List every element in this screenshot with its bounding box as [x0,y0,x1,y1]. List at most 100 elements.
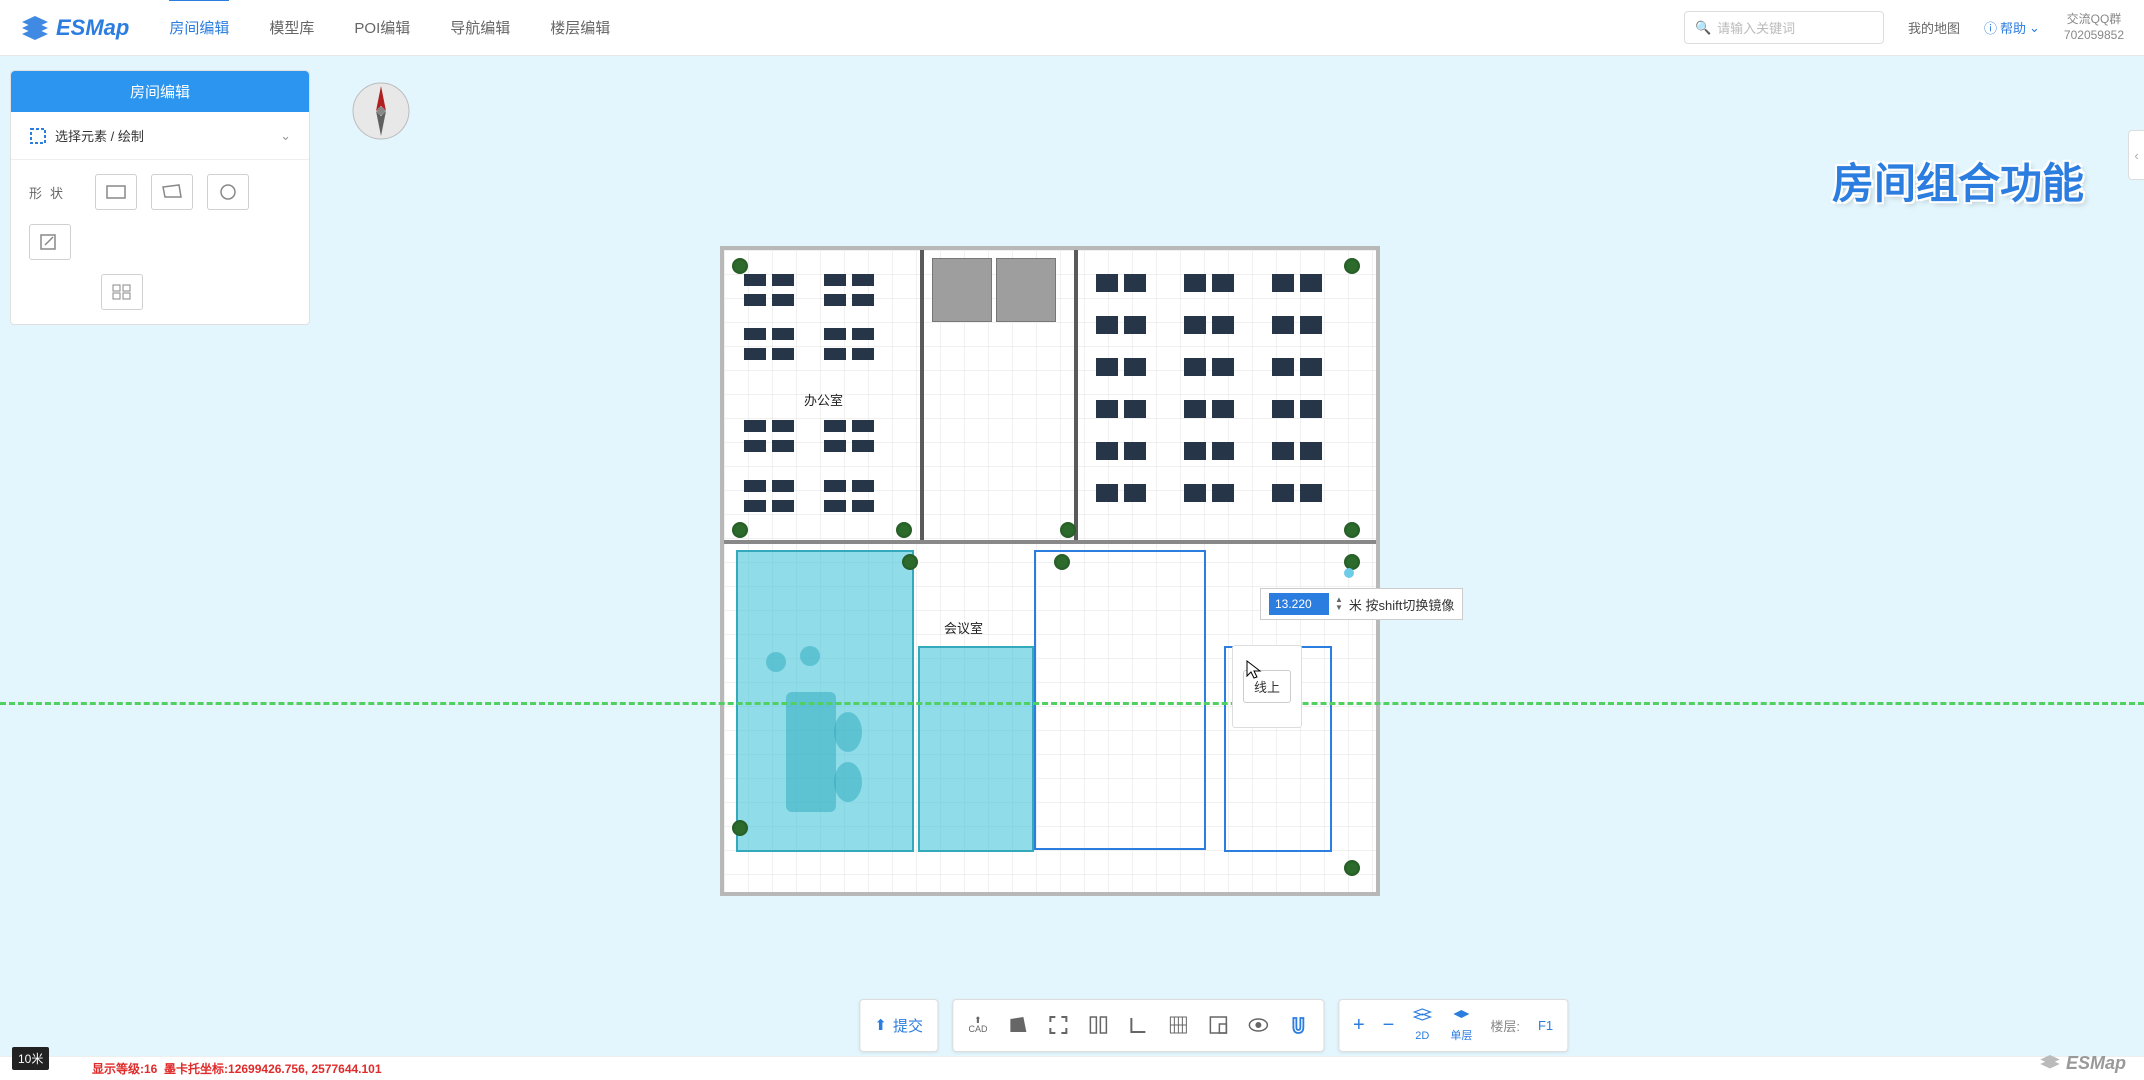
single-layer-button[interactable]: 单层 [1450,1008,1472,1043]
desk [1300,316,1322,334]
spinner[interactable]: ▲▼ [1335,596,1343,612]
desk [1272,400,1294,418]
measure-input-box: ▲▼ 米 按shift切换镜像 [1260,588,1463,620]
desk [744,500,766,512]
desk [852,440,874,452]
desk [824,348,846,360]
help-link[interactable]: ⓘ 帮助 ⌄ [1984,18,2040,37]
watermark-logo: ESMap [2038,1053,2126,1074]
bottom-toolbar: ⬆ 提交 ⬆CAD + − 2D 单层 楼层: F1 [859,999,1568,1052]
panel-title: 房间编辑 [11,71,309,112]
shape-grid[interactable] [101,274,143,310]
desk [744,480,766,492]
tab-floor-edit[interactable]: 楼层编辑 [550,1,610,54]
floor-value[interactable]: F1 [1538,1018,1553,1033]
desk [1300,484,1322,502]
desk [824,480,846,492]
shape-circle[interactable] [207,174,249,210]
desk [1096,442,1118,460]
compass[interactable] [350,80,412,142]
measure-value-input[interactable] [1269,593,1329,615]
desk [772,500,794,512]
wall [1074,250,1078,540]
tab-poi-edit[interactable]: POI编辑 [354,1,410,54]
desk [772,480,794,492]
desk [852,480,874,492]
angle-button[interactable] [1127,1014,1149,1036]
desk [1272,484,1294,502]
room-label-office: 办公室 [804,390,843,409]
wall [724,540,1376,544]
desk [1124,442,1146,460]
polygon-tool[interactable] [1007,1014,1029,1036]
plant-icon [732,820,748,836]
logo[interactable]: ESMap [20,15,129,41]
nav-tabs: 房间编辑 模型库 POI编辑 导航编辑 楼层编辑 [169,1,610,54]
feature-title: 房间组合功能 [1832,150,2084,211]
desk [744,274,766,286]
desk [744,294,766,306]
mirror-button[interactable] [1087,1014,1109,1036]
tab-model-lib[interactable]: 模型库 [269,1,314,54]
horizontal-guide [0,702,2144,705]
visibility-button[interactable] [1247,1014,1269,1036]
cursor-icon [1246,660,1262,685]
desk [852,274,874,286]
shape-draw[interactable] [29,224,71,260]
shape-polygon[interactable] [151,174,193,210]
desk [1096,484,1118,502]
my-maps-link[interactable]: 我的地图 [1908,18,1960,37]
desk [1124,358,1146,376]
desk [1124,484,1146,502]
room-label-meeting: 会议室 [944,618,983,637]
plant-icon [732,258,748,274]
logo-icon [20,16,50,40]
marker-icon [1344,568,1354,578]
layout-button[interactable] [1207,1014,1229,1036]
submit-button[interactable]: ⬆ 提交 [874,1015,923,1036]
chevron-down-icon: ⌄ [2029,20,2040,36]
wall [920,250,924,540]
desk [852,420,874,432]
desk [1272,358,1294,376]
grid-button[interactable] [1167,1014,1189,1036]
measure-hint: 米 按shift切换镜像 [1349,595,1454,614]
zoom-in-button[interactable]: + [1353,1014,1365,1037]
floorplan[interactable]: 办公室 会议室 [720,246,1380,896]
chevron-down-icon: ⌄ [280,128,291,144]
desk [1272,274,1294,292]
desk [824,274,846,286]
search-input[interactable]: 🔍 请输入关键词 [1684,11,1884,44]
magnet-button[interactable] [1287,1014,1309,1036]
view-2d-button[interactable]: 2D [1412,1008,1432,1043]
snap-tooltip: 线上 [1232,645,1302,728]
desk [852,500,874,512]
desk [1124,274,1146,292]
cad-button[interactable]: ⬆CAD [967,1014,989,1036]
desk [1184,358,1206,376]
shape-rectangle[interactable] [95,174,137,210]
canvas[interactable]: 办公室 会议室 [0,56,2144,1080]
desk [744,420,766,432]
draw-rect[interactable] [1034,550,1206,850]
tab-nav-edit[interactable]: 导航编辑 [450,1,510,54]
desk [1184,442,1206,460]
selected-room[interactable] [736,550,914,852]
scale-badge: 10米 [12,1047,49,1070]
desk [744,440,766,452]
shapes-label: 形状 [29,183,71,202]
zoom-out-button[interactable]: − [1383,1014,1395,1037]
desk [1124,316,1146,334]
desk [744,328,766,340]
shapes-row: 形状 [11,160,309,274]
panel-section-select[interactable]: 选择元素 / 绘制 ⌄ [11,112,309,160]
view-group: + − 2D 单层 楼层: F1 [1338,999,1568,1052]
select-icon [29,127,47,145]
submit-group: ⬆ 提交 [859,999,938,1052]
plant-icon [1054,554,1070,570]
selected-room[interactable] [918,646,1034,852]
right-panel-toggle[interactable]: ‹ [2128,130,2144,180]
fullscreen-button[interactable] [1047,1014,1069,1036]
tab-room-edit[interactable]: 房间编辑 [169,0,229,54]
logo-text: ESMap [56,15,129,41]
